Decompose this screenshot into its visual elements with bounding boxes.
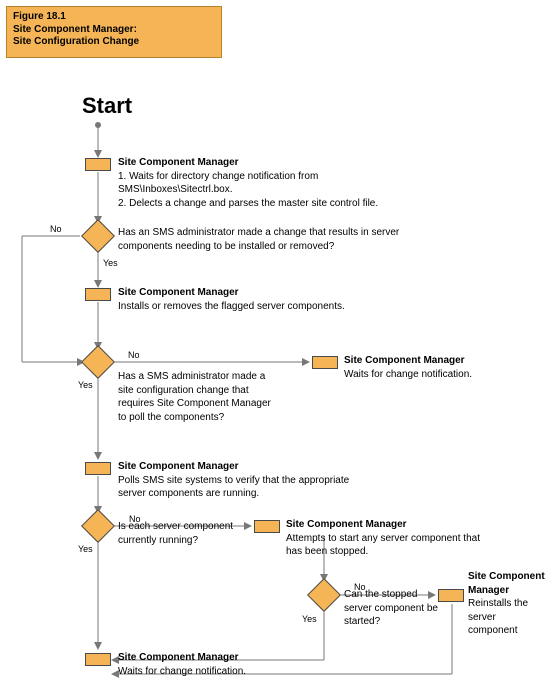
- start-label: Start: [82, 93, 132, 119]
- heading-n2: Site Component Manager: [118, 287, 239, 298]
- label-d3-yes: Yes: [78, 544, 93, 554]
- figure-number: Figure 18.1: [13, 11, 215, 24]
- text-n4: Site Component Manager Attempts to start…: [286, 518, 486, 559]
- label-d1-yes: Yes: [103, 258, 118, 268]
- label-d4-yes: Yes: [302, 614, 317, 624]
- figure-title-line1: Site Component Manager:: [13, 24, 215, 37]
- heading-n1: Site Component Manager: [118, 157, 239, 168]
- heading-n6: Site Component Manager: [118, 652, 239, 663]
- figure-title-line2: Site Configuration Change: [13, 36, 215, 49]
- process-n2: [85, 288, 111, 301]
- decision-d1: [81, 219, 115, 253]
- text-n5: Site Component Manager Reinstalls the se…: [468, 570, 546, 638]
- decision-d2: [81, 345, 115, 379]
- label-d2-no: No: [128, 350, 140, 360]
- body-n2b: Waits for change notification.: [344, 369, 472, 380]
- body-n4: Attempts to start any server component t…: [286, 533, 480, 558]
- text-d3: Is each server component currently runni…: [118, 520, 238, 547]
- process-n3: [85, 462, 111, 475]
- label-d1-no: No: [50, 224, 62, 234]
- label-d2-yes: Yes: [78, 380, 93, 390]
- process-n2b: [312, 356, 338, 369]
- body-n1: 1. Waits for directory change notificati…: [118, 171, 378, 209]
- heading-n3: Site Component Manager: [118, 461, 239, 472]
- text-n2: Site Component Manager Installs or remov…: [118, 286, 428, 313]
- heading-n4: Site Component Manager: [286, 519, 407, 530]
- process-n1: [85, 158, 111, 171]
- text-d2: Has a SMS administrator made a site conf…: [118, 370, 278, 424]
- text-n2b: Site Component Manager Waits for change …: [344, 354, 514, 381]
- text-d1: Has an SMS administrator made a change t…: [118, 226, 428, 253]
- text-n6: Site Component Manager Waits for change …: [118, 651, 358, 678]
- decision-d4: [307, 578, 341, 612]
- text-d4: Can the stopped server component be star…: [344, 588, 444, 629]
- decision-d3: [81, 509, 115, 543]
- text-n3: Site Component Manager Polls SMS site sy…: [118, 460, 378, 501]
- body-n5: Reinstalls the server component: [468, 598, 528, 636]
- process-n6: [85, 653, 111, 666]
- text-n1: Site Component Manager 1. Waits for dire…: [118, 156, 428, 210]
- body-n2: Installs or removes the flagged server c…: [118, 301, 345, 312]
- body-n3: Polls SMS site systems to verify that th…: [118, 475, 349, 500]
- body-n6: Waits for change notification.: [118, 666, 246, 677]
- process-n4: [254, 520, 280, 533]
- figure-title-box: Figure 18.1 Site Component Manager: Site…: [6, 6, 222, 58]
- heading-n2b: Site Component Manager: [344, 355, 465, 366]
- heading-n5: Site Component Manager: [468, 571, 545, 596]
